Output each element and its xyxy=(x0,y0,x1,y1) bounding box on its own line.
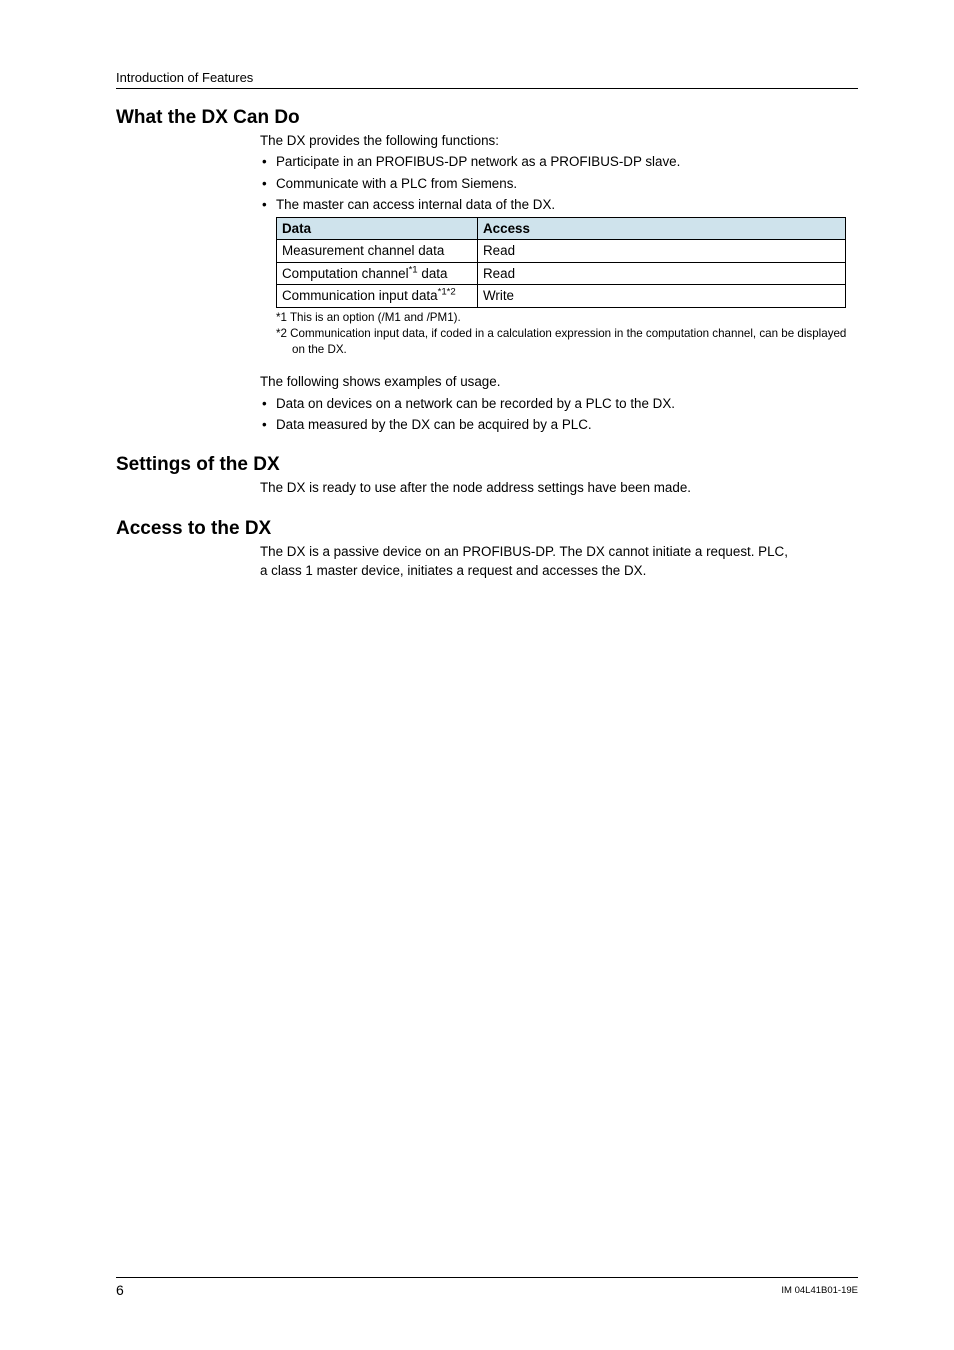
table-cell: Read xyxy=(478,240,846,262)
footnote-ref: *1*2 xyxy=(438,287,456,298)
sec3-body-line2: a class 1 master device, initiates a req… xyxy=(260,561,858,580)
list-item: Data on devices on a network can be reco… xyxy=(260,394,858,413)
list-item: Communicate with a PLC from Siemens. xyxy=(260,174,858,193)
heading-what-dx-can-do: What the DX Can Do xyxy=(116,107,858,129)
list-item: Participate in an PROFIBUS-DP network as… xyxy=(260,152,858,171)
sec2-body: The DX is ready to use after the node ad… xyxy=(260,478,858,497)
page-footer: 6 IM 04L41B01-19E xyxy=(116,1277,858,1298)
examples-list: Data on devices on a network can be reco… xyxy=(260,394,858,435)
table-cell: Communication input data*1*2 xyxy=(277,285,478,307)
table-cell: Measurement channel data xyxy=(277,240,478,262)
table-header-data: Data xyxy=(277,217,478,239)
cell-text-tail: data xyxy=(418,266,448,281)
footnote-1: *1 This is an option (/M1 and /PM1). xyxy=(276,310,858,326)
table-cell: Computation channel*1 data xyxy=(277,262,478,284)
page-number: 6 xyxy=(116,1282,124,1298)
running-head: Introduction of Features xyxy=(116,70,858,89)
table-footnotes: *1 This is an option (/M1 and /PM1). *2 … xyxy=(276,310,858,359)
table-cell: Write xyxy=(478,285,846,307)
list-item: The master can access internal data of t… xyxy=(260,195,858,214)
heading-access: Access to the DX xyxy=(116,518,858,540)
table-row: Computation channel*1 data Read xyxy=(277,262,846,284)
table-row: Measurement channel data Read xyxy=(277,240,846,262)
footnote-2: *2 Communication input data, if coded in… xyxy=(276,326,858,358)
table-row: Communication input data*1*2 Write xyxy=(277,285,846,307)
sec3-body-line1: The DX is a passive device on an PROFIBU… xyxy=(260,542,858,561)
table-header-row: Data Access xyxy=(277,217,846,239)
data-access-table: Data Access Measurement channel data Rea… xyxy=(276,217,846,308)
cell-text: Computation channel xyxy=(282,266,409,281)
footnote-ref: *1 xyxy=(409,264,418,275)
cell-text: Communication input data xyxy=(282,288,438,303)
heading-settings: Settings of the DX xyxy=(116,454,858,476)
sec1-intro: The DX provides the following functions: xyxy=(260,131,858,150)
examples-intro: The following shows examples of usage. xyxy=(260,372,858,391)
table-header-access: Access xyxy=(478,217,846,239)
sec1-bullet-list: Participate in an PROFIBUS-DP network as… xyxy=(260,152,858,214)
list-item: Data measured by the DX can be acquired … xyxy=(260,415,858,434)
doc-id: IM 04L41B01-19E xyxy=(781,1282,858,1296)
table-cell: Read xyxy=(478,262,846,284)
